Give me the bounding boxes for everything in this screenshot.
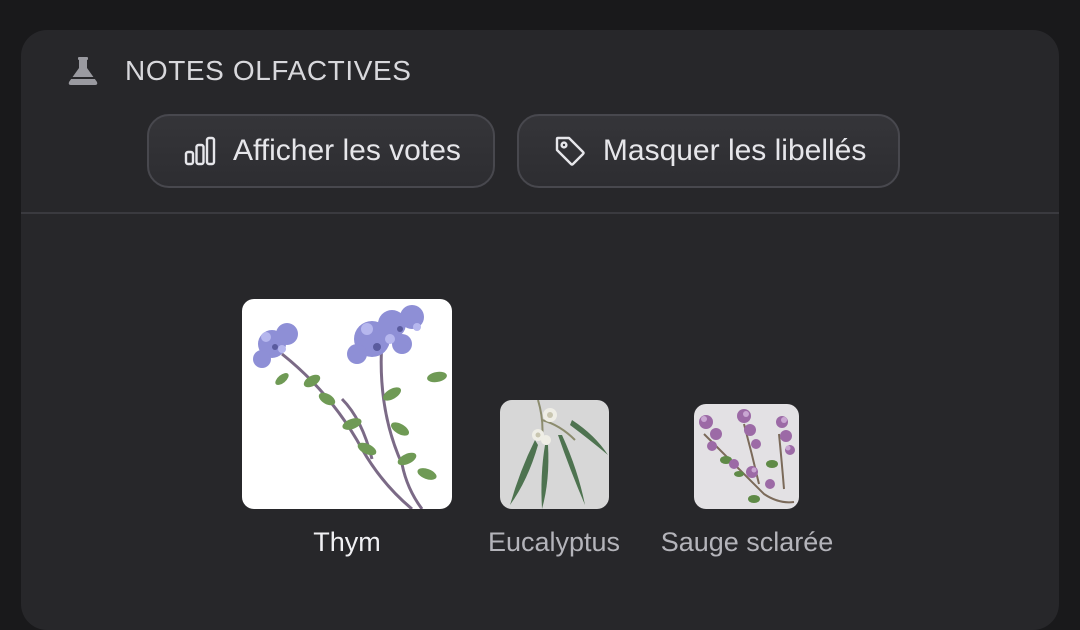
clary-sage-image[interactable] xyxy=(694,404,799,509)
section-title-row: NOTES OLFACTIVES xyxy=(66,54,412,88)
tag-icon xyxy=(553,134,587,168)
hide-labels-button[interactable]: Masquer les libellés xyxy=(516,114,901,188)
section-title: NOTES OLFACTIVES xyxy=(125,55,412,86)
note-label: Eucalyptus xyxy=(487,527,621,557)
show-votes-label: Afficher les votes xyxy=(233,134,461,167)
notes-card: NOTES OLFACTIVES Afficher les votes Masq… xyxy=(21,30,1059,630)
note-label: Thym xyxy=(313,527,381,557)
bar-chart-icon xyxy=(183,134,217,168)
hide-labels-label: Masquer les libellés xyxy=(602,134,867,167)
flask-icon xyxy=(66,54,100,88)
note-label: Sauge sclarée xyxy=(660,527,834,557)
show-votes-button[interactable]: Afficher les votes xyxy=(147,114,495,188)
eucalyptus-image[interactable] xyxy=(500,400,609,509)
notes-list: Thym Eucalyptus Sauge sclarée xyxy=(21,214,1059,630)
card-header: NOTES OLFACTIVES Afficher les votes Masq… xyxy=(21,30,1059,213)
thyme-image[interactable] xyxy=(242,299,452,509)
toolbar: Afficher les votes Masquer les libellés xyxy=(147,114,901,188)
